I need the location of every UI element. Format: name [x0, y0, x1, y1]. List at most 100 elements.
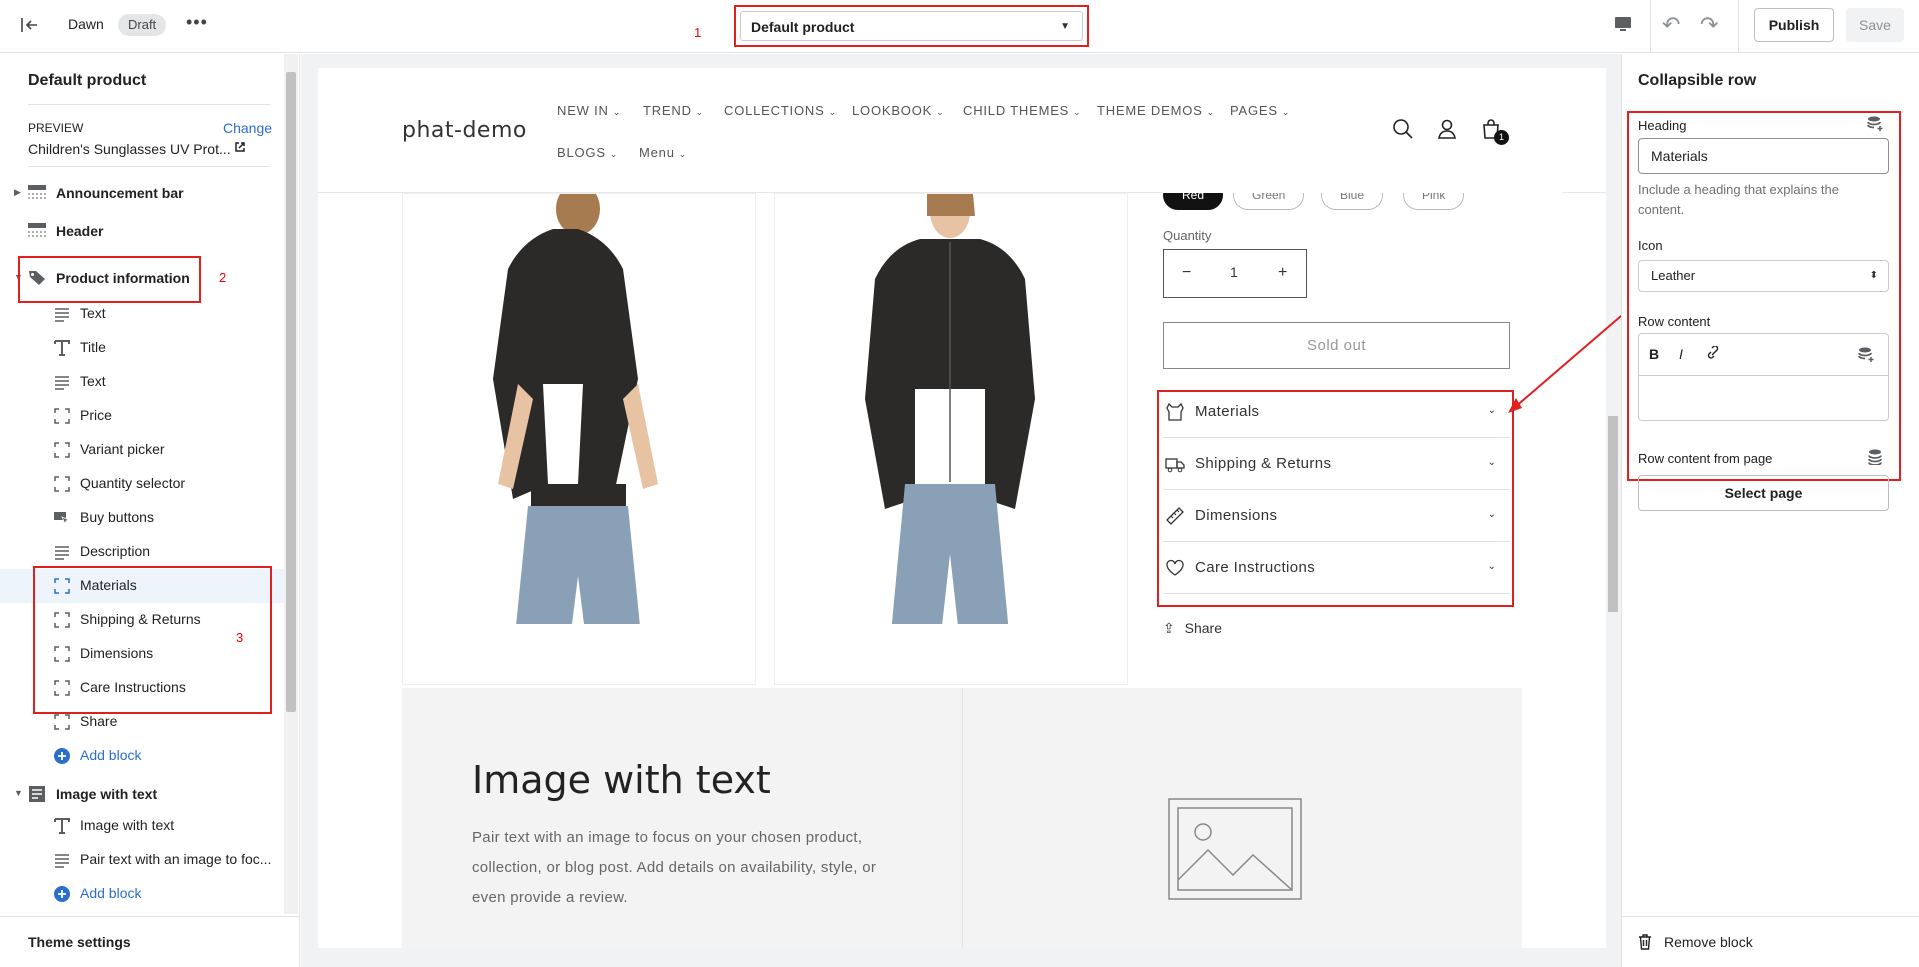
- sidebar-scrollbar[interactable]: [284, 54, 298, 914]
- block-settings-panel: Collapsible row Heading Materials Includ…: [1621, 54, 1919, 967]
- row-content-textarea[interactable]: [1639, 377, 1888, 420]
- dashed-square-icon: [54, 408, 70, 424]
- product-image-back[interactable]: [402, 193, 756, 685]
- external-link-icon[interactable]: [234, 141, 246, 156]
- add-block-button[interactable]: Add block: [0, 739, 285, 773]
- theme-settings-button[interactable]: Theme settings: [0, 916, 300, 967]
- save-button[interactable]: Save: [1846, 8, 1904, 42]
- theme-settings-label: Theme settings: [28, 934, 131, 950]
- divider: [962, 688, 963, 948]
- share-icon: ⇪: [1163, 620, 1175, 636]
- block-item[interactable]: Share: [0, 705, 285, 739]
- block-item[interactable]: Pair text with an image to foc...: [0, 843, 285, 877]
- product-image-front[interactable]: [774, 193, 1128, 685]
- scrollbar-thumb[interactable]: [1608, 416, 1618, 612]
- nav-item[interactable]: CHILD THEMES ⌄: [963, 103, 1082, 118]
- image-with-text-section[interactable]: Image with text Pair text with an image …: [402, 688, 1522, 948]
- nav-item[interactable]: BLOGS ⌄: [557, 145, 618, 160]
- quantity-value[interactable]: 1: [1230, 264, 1238, 280]
- undo-icon[interactable]: ↶: [1662, 12, 1680, 38]
- account-icon[interactable]: [1436, 118, 1458, 140]
- dashed-square-icon: [54, 476, 70, 492]
- nav-item[interactable]: PAGES ⌄: [1230, 103, 1290, 118]
- publish-button[interactable]: Publish: [1754, 8, 1834, 42]
- block-item[interactable]: Price: [0, 399, 285, 433]
- add-block-button[interactable]: Add block: [0, 877, 285, 911]
- store-header: phat-demo NEW IN ⌄ TREND ⌄ COLLECTIONS ⌄ LO…: [318, 68, 1606, 193]
- row-content-editor: B I: [1638, 333, 1889, 421]
- section-announcement-bar[interactable]: ▶ Announcement bar: [0, 177, 285, 211]
- nav-item[interactable]: NEW IN ⌄: [557, 103, 621, 118]
- annotation-box-2: [18, 256, 201, 303]
- icon-select[interactable]: Leather ⬍: [1638, 260, 1889, 292]
- text-lines-icon: [54, 852, 70, 868]
- cart-count-badge: 1: [1494, 130, 1509, 145]
- nav-item[interactable]: Menu ⌄: [639, 145, 687, 160]
- title-t-icon: [54, 818, 70, 834]
- scrollbar-thumb[interactable]: [286, 72, 296, 712]
- sections-sidebar: Default product PREVIEW Change Children'…: [0, 54, 300, 967]
- block-item[interactable]: Variant picker: [0, 433, 285, 467]
- dashed-square-icon: [54, 714, 70, 730]
- cursor-button-icon: [54, 510, 71, 526]
- dashed-square-icon: [54, 442, 70, 458]
- select-page-button[interactable]: Select page: [1638, 475, 1889, 511]
- more-actions-icon[interactable]: •••: [186, 12, 208, 33]
- preview-label: PREVIEW: [28, 121, 84, 135]
- quantity-label: Quantity: [1163, 228, 1212, 243]
- block-label: Description: [80, 543, 151, 559]
- italic-button[interactable]: I: [1679, 346, 1683, 362]
- section-icon: [28, 185, 46, 201]
- section-image-with-text[interactable]: ▼ Image with text: [0, 778, 285, 812]
- annotation-1: 1: [694, 25, 702, 40]
- sold-out-button[interactable]: Sold out: [1163, 322, 1510, 369]
- preview-scrollbar[interactable]: [1604, 54, 1621, 967]
- block-item[interactable]: Image with text: [0, 809, 285, 843]
- share-button[interactable]: ⇪ Share: [1163, 620, 1222, 637]
- link-icon[interactable]: [1705, 345, 1721, 365]
- expand-arrow-icon[interactable]: ▶: [14, 187, 21, 198]
- section-header[interactable]: Header: [0, 215, 285, 249]
- preview-product-name: Children's Sunglasses UV Prot...: [28, 141, 231, 157]
- change-preview-link[interactable]: Change: [223, 120, 272, 136]
- dynamic-source-icon[interactable]: [1867, 116, 1883, 132]
- nav-item[interactable]: TREND ⌄: [643, 103, 704, 118]
- exit-icon[interactable]: [18, 14, 40, 36]
- template-select[interactable]: Default product ▼: [740, 11, 1083, 41]
- annotation-3: 3: [236, 630, 244, 645]
- database-icon[interactable]: [1867, 449, 1883, 466]
- nav-item[interactable]: COLLECTIONS ⌄: [724, 103, 837, 118]
- block-item[interactable]: Text: [0, 297, 285, 331]
- dynamic-source-icon[interactable]: [1858, 347, 1874, 366]
- block-item[interactable]: Buy buttons: [0, 501, 285, 535]
- block-item[interactable]: Quantity selector: [0, 467, 285, 501]
- share-label: Share: [1184, 620, 1222, 636]
- preview-canvas: phat-demo NEW IN ⌄ TREND ⌄ COLLECTIONS ⌄ LO…: [301, 54, 1621, 967]
- row-content-page-label: Row content from page: [1638, 451, 1773, 466]
- store-logo[interactable]: phat-demo: [402, 118, 527, 143]
- annotation-2: 2: [219, 270, 227, 285]
- redo-icon[interactable]: ↷: [1700, 12, 1718, 38]
- remove-block-button[interactable]: Remove block: [1622, 916, 1919, 967]
- panel-title: Collapsible row: [1638, 72, 1757, 89]
- block-item[interactable]: Text: [0, 365, 285, 399]
- rich-text-toolbar: B I: [1639, 334, 1888, 376]
- divider: [28, 104, 270, 105]
- collapse-arrow-icon[interactable]: ▼: [14, 788, 23, 798]
- block-label: Variant picker: [80, 441, 165, 457]
- desktop-view-icon[interactable]: [1612, 14, 1634, 34]
- bold-button[interactable]: B: [1649, 346, 1659, 362]
- block-item[interactable]: Title: [0, 331, 285, 365]
- block-label: Image with text: [80, 817, 175, 833]
- increase-quantity-button[interactable]: +: [1278, 264, 1287, 282]
- search-icon[interactable]: [1392, 118, 1414, 140]
- block-item[interactable]: Description: [0, 535, 285, 569]
- block-label: Quantity selector: [80, 475, 186, 491]
- nav-item[interactable]: THEME DEMOS ⌄: [1097, 103, 1215, 118]
- nav-item[interactable]: LOOKBOOK ⌄: [852, 103, 944, 118]
- theme-name: Dawn: [68, 16, 104, 32]
- heading-input[interactable]: Materials: [1638, 138, 1889, 174]
- store-preview-frame: phat-demo NEW IN ⌄ TREND ⌄ COLLECTIONS ⌄ LO…: [318, 68, 1606, 948]
- icon-label: Icon: [1638, 238, 1663, 253]
- decrease-quantity-button[interactable]: −: [1182, 264, 1191, 282]
